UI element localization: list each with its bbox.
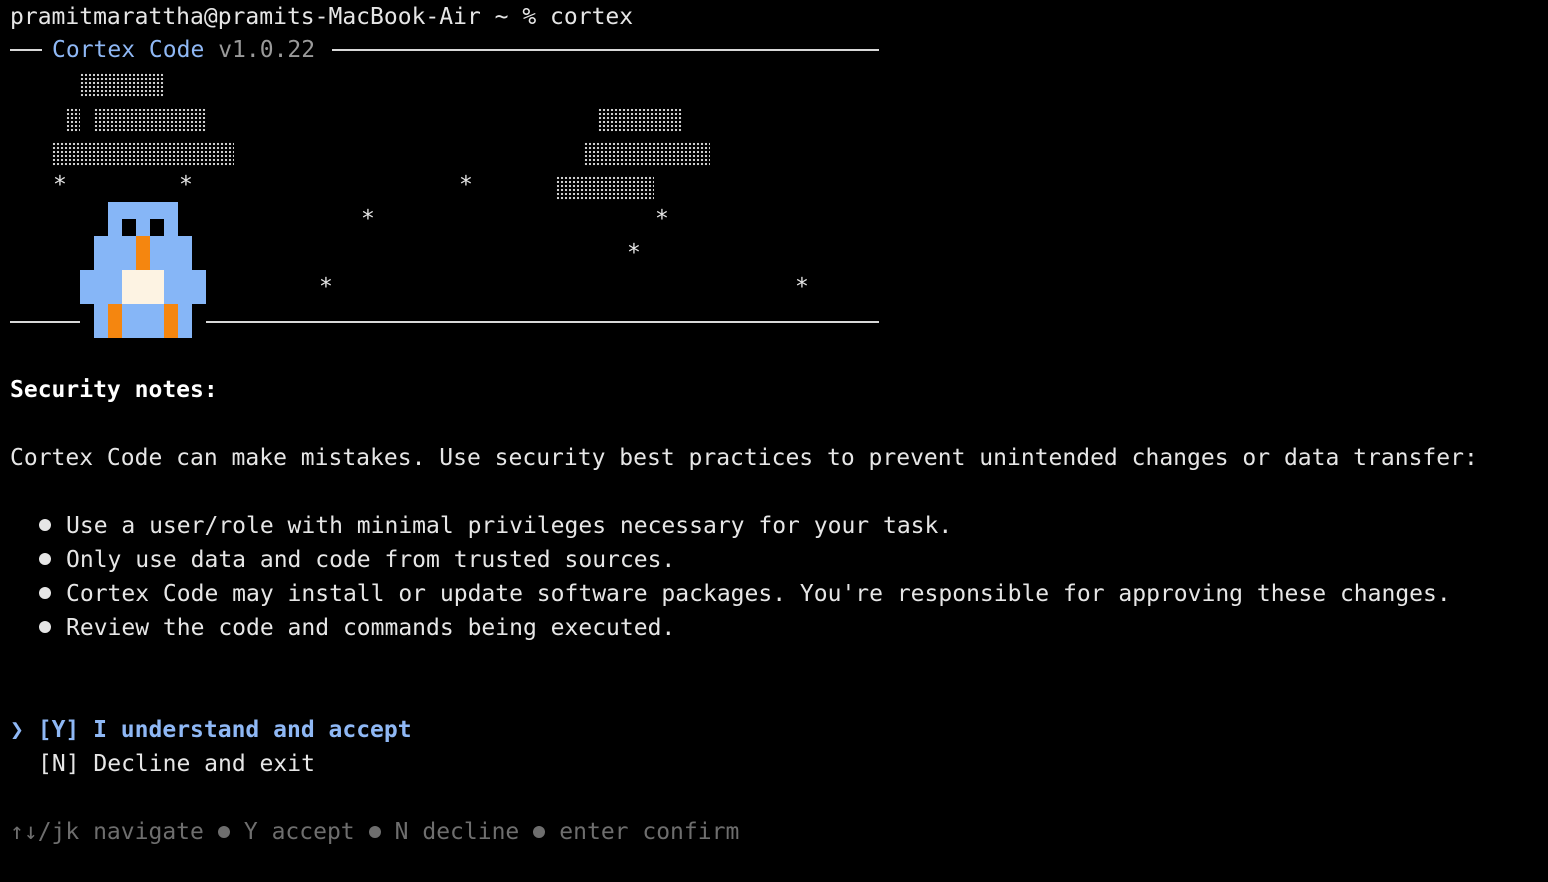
cloud-icon: [556, 176, 654, 200]
star-icon: *: [53, 172, 67, 198]
bullet-icon: [39, 519, 51, 531]
bullet-icon: [39, 553, 51, 565]
star-icon: *: [627, 240, 641, 266]
banner-rule-right: [206, 321, 879, 323]
list-item: Review the code and commands being execu…: [66, 615, 676, 641]
app-version: v1.0.22: [218, 37, 316, 63]
separator-dot-icon: [533, 825, 546, 838]
accept-option[interactable]: ❯ [Y] I understand and accept: [10, 713, 412, 747]
hint-navigate: ↑↓/jk navigate: [10, 819, 204, 845]
shell-prompt: pramitmarattha@pramits-MacBook-Air ~ % c…: [10, 4, 634, 30]
accept-option-label: [Y] I understand and accept: [37, 717, 412, 743]
keyboard-hints: ↑↓/jk navigate Y accept N decline enter con…: [10, 815, 739, 849]
separator-dot-icon: [368, 825, 381, 838]
header-rule-right: [332, 49, 879, 51]
security-intro: Cortex Code can make mistakes. Use secur…: [10, 445, 1478, 471]
hint-decline: N decline: [394, 819, 520, 845]
hint-confirm: enter confirm: [559, 819, 740, 845]
bullet-icon: [39, 621, 51, 633]
cloud-icon: [66, 108, 80, 132]
cloud-icon: [80, 73, 164, 97]
star-icon: *: [655, 206, 669, 232]
cloud-icon: [94, 108, 206, 132]
star-icon: *: [179, 172, 193, 198]
decline-option-label: [N] Decline and exit: [38, 751, 315, 777]
star-icon: *: [795, 274, 809, 300]
list-item: Cortex Code may install or update softwa…: [66, 581, 1451, 607]
star-icon: *: [361, 206, 375, 232]
chevron-right-icon: ❯: [10, 717, 24, 743]
app-name: Cortex Code: [52, 37, 205, 63]
bullet-icon: [39, 587, 51, 599]
cloud-icon: [52, 142, 234, 166]
banner-rule-left: [10, 321, 80, 323]
star-icon: *: [319, 274, 333, 300]
hint-accept: Y accept: [243, 819, 355, 845]
app-header: Cortex Code v1.0.22: [52, 33, 315, 67]
cloud-icon: [598, 108, 682, 132]
separator-dot-icon: [217, 825, 230, 838]
list-item: Use a user/role with minimal privileges …: [66, 513, 953, 539]
cloud-icon: [584, 142, 710, 166]
star-icon: *: [459, 172, 473, 198]
security-title: Security notes:: [10, 377, 218, 403]
decline-option[interactable]: [N] Decline and exit: [38, 747, 315, 781]
header-rule-left: [10, 49, 42, 51]
list-item: Only use data and code from trusted sour…: [66, 547, 676, 573]
